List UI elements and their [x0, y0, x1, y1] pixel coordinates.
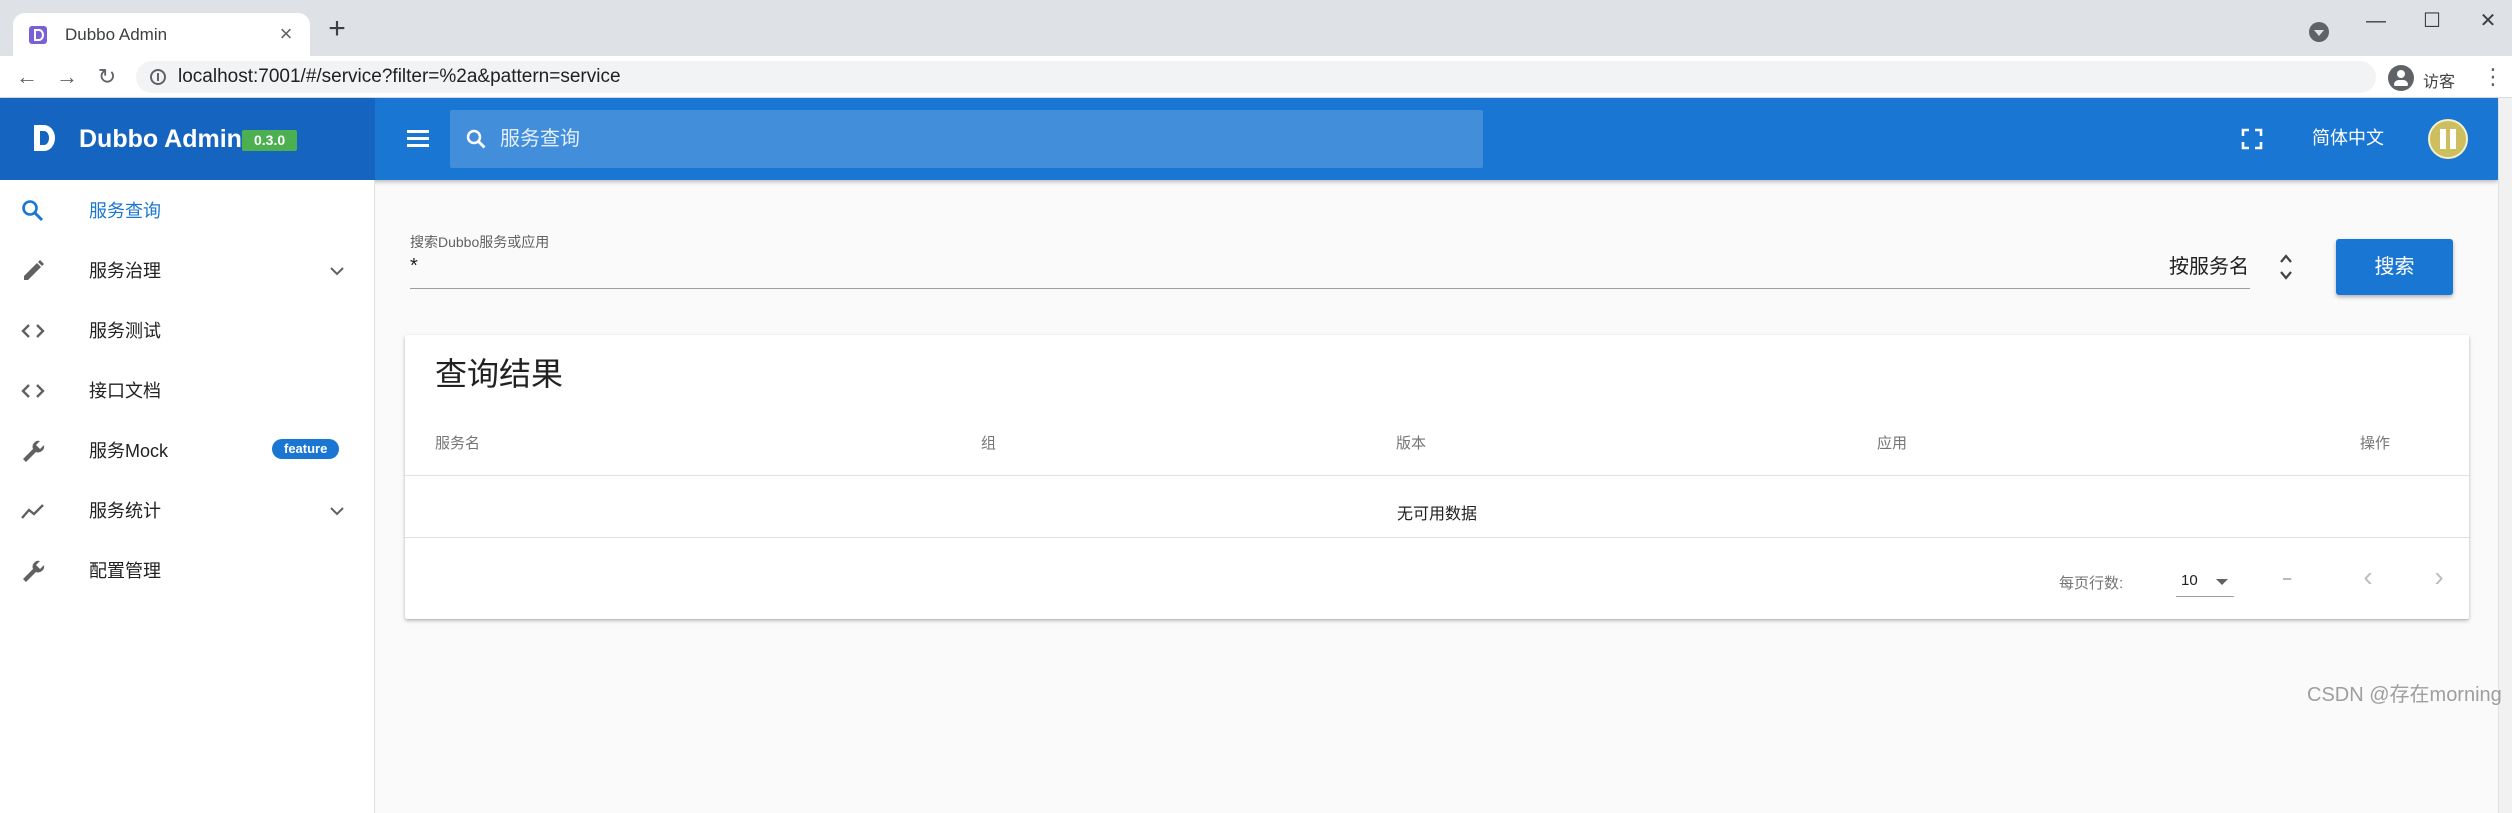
search-field-label: 搜索Dubbo服务或应用 — [410, 234, 550, 250]
version-badge: 0.3.0 — [242, 130, 298, 151]
brand-area: Dubbo Admin 0.3.0 — [0, 98, 375, 180]
results-title: 查询结果 — [435, 356, 564, 392]
back-button[interactable]: ← — [12, 62, 42, 92]
sidebar-item-label: 服务查询 — [89, 201, 161, 221]
rows-per-page-select[interactable]: 10 — [2176, 565, 2234, 597]
tab-search-icon[interactable] — [2309, 22, 2329, 42]
dubbo-admin-app: Dubbo Admin 0.3.0 服务查询 简体中文 服务查询 服务治理 服务… — [0, 98, 2512, 813]
column-header-application[interactable]: 应用 — [1877, 435, 1907, 453]
watermark: CSDN @存在morning — [2307, 684, 2502, 706]
feature-badge: feature — [272, 439, 340, 459]
language-selector[interactable]: 简体中文 — [2312, 126, 2384, 150]
previous-page-button[interactable]: ‹ — [2353, 563, 2383, 593]
sidebar-item-config-management[interactable]: 配置管理 — [0, 540, 374, 600]
profile-button[interactable]: 访客 — [2388, 62, 2468, 92]
top-search-input[interactable]: 服务查询 — [450, 110, 1483, 168]
next-page-button[interactable]: › — [2424, 563, 2454, 593]
chevron-down-icon[interactable] — [328, 502, 346, 520]
sidebar: 服务查询 服务治理 服务测试 接口文档 服务Mock feature 服务统计 … — [0, 180, 375, 813]
new-tab-button[interactable]: + — [322, 14, 352, 45]
dubbo-favicon-icon — [29, 26, 47, 44]
account-icon — [2388, 65, 2414, 91]
tab-close-icon[interactable]: × — [274, 22, 298, 46]
sidebar-item-label: 服务治理 — [89, 261, 161, 281]
reload-button[interactable]: ↻ — [92, 62, 122, 92]
code-icon — [21, 324, 45, 338]
sidebar-item-service-mock[interactable]: 服务Mock feature — [0, 420, 374, 480]
search-button[interactable]: 搜索 — [2336, 239, 2453, 295]
url-text: localhost:7001/#/service?filter=%2a&patt… — [178, 66, 621, 87]
sidebar-item-label: 服务测试 — [89, 321, 161, 341]
search-icon — [22, 200, 44, 222]
trending-up-icon — [21, 504, 44, 519]
avatar[interactable] — [2428, 119, 2468, 159]
main-content: 搜索Dubbo服务或应用 * 按服务名 搜索 查询结果 服务名 组 版本 应用 … — [375, 180, 2498, 813]
search-input[interactable]: * — [410, 256, 418, 276]
tab-title: Dubbo Admin — [65, 25, 168, 44]
browser-address-bar: ← → ↻ localhost:7001/#/service?filter=%2… — [0, 56, 2512, 98]
table-header-divider — [405, 475, 2469, 476]
column-header-actions: 操作 — [2360, 435, 2391, 452]
window-maximize-button[interactable]: ☐ — [2412, 6, 2452, 36]
sidebar-item-label: 服务统计 — [89, 501, 161, 521]
sidebar-item-service-query[interactable]: 服务查询 — [0, 180, 374, 240]
wrench-icon — [23, 440, 45, 462]
unfold-icon[interactable] — [2278, 250, 2294, 284]
sidebar-item-api-docs[interactable]: 接口文档 — [0, 360, 374, 420]
app-toolbar: Dubbo Admin 0.3.0 服务查询 简体中文 — [0, 98, 2498, 180]
sidebar-item-service-test[interactable]: 服务测试 — [0, 300, 374, 360]
sidebar-item-service-stats[interactable]: 服务统计 — [0, 480, 374, 540]
sidebar-item-label: 配置管理 — [89, 561, 161, 581]
rows-per-page-value: 10 — [2181, 572, 2198, 589]
browser-menu-icon[interactable]: ⋮ — [2482, 62, 2504, 92]
pattern-select[interactable]: 按服务名 — [2169, 255, 2249, 279]
search-input-underline — [410, 288, 2250, 289]
chevron-down-icon[interactable] — [328, 262, 346, 280]
column-header-version[interactable]: 版本 — [1396, 435, 1426, 453]
browser-tab[interactable]: Dubbo Admin × — [13, 13, 310, 56]
pencil-icon — [24, 260, 44, 280]
sidebar-item-label: 服务Mock — [89, 441, 169, 461]
brand-title: Dubbo Admin — [79, 125, 242, 153]
sidebar-item-label: 接口文档 — [89, 381, 161, 401]
menu-toggle-icon[interactable] — [404, 126, 432, 152]
wrench-icon — [23, 560, 45, 582]
sidebar-item-service-governance[interactable]: 服务治理 — [0, 240, 374, 300]
browser-tab-bar: Dubbo Admin × + — ☐ ✕ — [0, 0, 2512, 56]
rows-per-page-label: 每页行数: — [2059, 575, 2124, 592]
top-search-placeholder: 服务查询 — [500, 128, 580, 150]
search-icon — [466, 129, 486, 149]
table-body-divider — [405, 537, 2469, 538]
info-icon[interactable] — [150, 69, 166, 85]
window-minimize-button[interactable]: — — [2356, 6, 2396, 36]
dubbo-logo-icon — [34, 125, 55, 151]
window-close-button[interactable]: ✕ — [2468, 6, 2508, 36]
caret-down-icon — [2216, 579, 2228, 585]
pagination-range: – — [2283, 570, 2292, 587]
profile-label: 访客 — [2423, 74, 2456, 91]
results-card: 查询结果 服务名 组 版本 应用 操作 无可用数据 每页行数: 10 – ‹ › — [405, 335, 2469, 619]
column-header-group[interactable]: 组 — [981, 435, 996, 453]
column-header-service[interactable]: 服务名 — [435, 435, 480, 453]
code-icon — [21, 384, 45, 398]
empty-table-message: 无可用数据 — [1396, 506, 1477, 523]
forward-button[interactable]: → — [52, 62, 82, 92]
url-field[interactable]: localhost:7001/#/service?filter=%2a&patt… — [136, 61, 2376, 93]
fullscreen-icon[interactable] — [2238, 125, 2266, 153]
